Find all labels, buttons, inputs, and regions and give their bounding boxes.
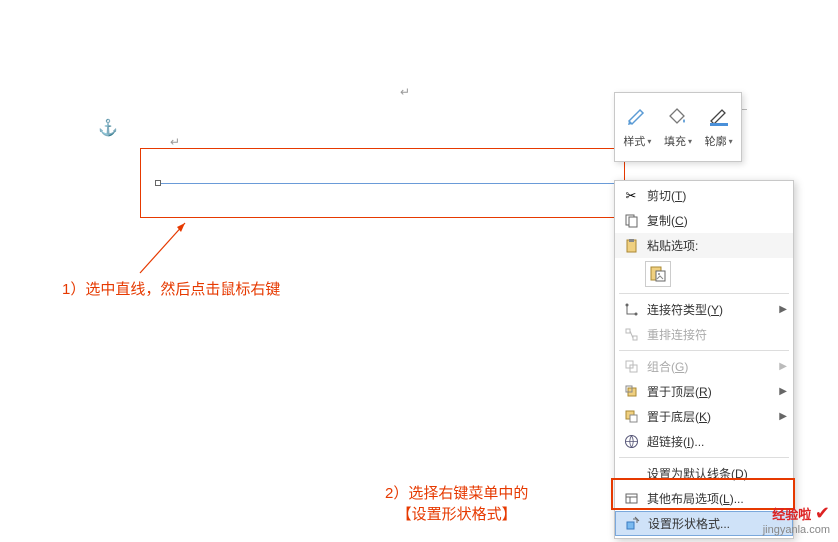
bring-front-icon <box>621 383 641 401</box>
menu-paste-options-label: 粘贴选项: <box>647 237 787 254</box>
check-icon: ✔ <box>815 503 830 523</box>
paragraph-mark: ↵ <box>170 135 180 149</box>
submenu-arrow-icon: ▶ <box>779 304 787 315</box>
paste-options-row <box>615 258 793 290</box>
menu-set-default-line[interactable]: 设置为默认线条(D) <box>615 461 793 486</box>
style-dropdown[interactable]: 样式 ▾ <box>618 105 656 149</box>
annotation-text-2: 2）选择右键菜单中的 【设置形状格式】 <box>385 483 528 525</box>
outline-icon <box>707 105 731 129</box>
watermark: 经验啦 ✔ jingyanla.com <box>763 503 830 536</box>
annotation-text-1: 1）选中直线，然后点击鼠标右键 <box>62 278 280 299</box>
paste-icon <box>621 237 641 255</box>
menu-paste-options-header: 粘贴选项: <box>615 233 793 258</box>
menu-bring-front-label: 置于顶层(R) <box>647 383 775 400</box>
annotation-arrow <box>135 218 195 278</box>
layout-icon <box>621 490 641 508</box>
paragraph-mark: ↵ <box>400 85 410 99</box>
menu-send-back-label: 置于底层(K) <box>647 408 775 425</box>
context-menu: ✂ 剪切(T) 复制(C) 粘贴选项: 连接符类型(Y) ▶ 重排连接符 <box>614 180 794 539</box>
menu-connector-type-label: 连接符类型(Y) <box>647 301 775 318</box>
annotation-text-2-line2: 【设置形状格式】 <box>385 504 528 525</box>
chevron-down-icon: ▾ <box>729 137 733 146</box>
paste-picture-button[interactable] <box>645 261 671 287</box>
style-icon <box>625 105 649 129</box>
connector-icon <box>621 301 641 319</box>
menu-cut-label: 剪切(T) <box>647 187 787 204</box>
fill-label: 填充 <box>664 133 686 149</box>
menu-hyperlink-label: 超链接(I)... <box>647 433 787 450</box>
menu-separator <box>619 350 789 351</box>
menu-connector-type[interactable]: 连接符类型(Y) ▶ <box>615 297 793 322</box>
submenu-arrow-icon: ▶ <box>779 411 787 422</box>
style-label: 样式 <box>623 133 645 149</box>
submenu-arrow-icon: ▶ <box>779 386 787 397</box>
menu-send-to-back[interactable]: 置于底层(K) ▶ <box>615 404 793 429</box>
watermark-title: 经验啦 <box>772 507 811 522</box>
watermark-url: jingyanla.com <box>763 524 830 536</box>
annotation-highlight-box-1 <box>140 148 625 218</box>
send-back-icon <box>621 408 641 426</box>
menu-copy-label: 复制(C) <box>647 212 787 229</box>
chevron-down-icon: ▾ <box>688 137 692 146</box>
outline-label: 轮廓 <box>705 133 727 149</box>
shape-mini-toolbar: 样式 ▾ 填充 ▾ 轮廓 ▾ <box>614 92 742 162</box>
fill-icon <box>666 105 690 129</box>
cut-icon: ✂ <box>621 187 641 205</box>
copy-icon <box>621 212 641 230</box>
menu-hyperlink[interactable]: 超链接(I)... <box>615 429 793 454</box>
menu-group-label: 组合(G) <box>647 358 775 375</box>
annotation-text-2-line1: 2）选择右键菜单中的 <box>385 483 528 504</box>
menu-rearrange-label: 重排连接符 <box>647 326 787 343</box>
hyperlink-icon <box>621 433 641 451</box>
rearrange-icon <box>621 326 641 344</box>
menu-cut[interactable]: ✂ 剪切(T) <box>615 183 793 208</box>
menu-copy[interactable]: 复制(C) <box>615 208 793 233</box>
group-icon <box>621 358 641 376</box>
menu-separator <box>619 293 789 294</box>
outline-dropdown[interactable]: 轮廓 ▾ <box>700 105 738 149</box>
anchor-icon: ⚓ <box>98 118 118 138</box>
menu-separator <box>619 457 789 458</box>
fill-dropdown[interactable]: 填充 ▾ <box>659 105 697 149</box>
menu-rearrange-connectors: 重排连接符 <box>615 322 793 347</box>
chevron-down-icon: ▾ <box>647 137 651 146</box>
submenu-arrow-icon: ▶ <box>779 361 787 372</box>
menu-default-line-label: 设置为默认线条(D) <box>647 465 787 482</box>
menu-group: 组合(G) ▶ <box>615 354 793 379</box>
menu-bring-to-front[interactable]: 置于顶层(R) ▶ <box>615 379 793 404</box>
format-shape-icon <box>622 515 642 533</box>
